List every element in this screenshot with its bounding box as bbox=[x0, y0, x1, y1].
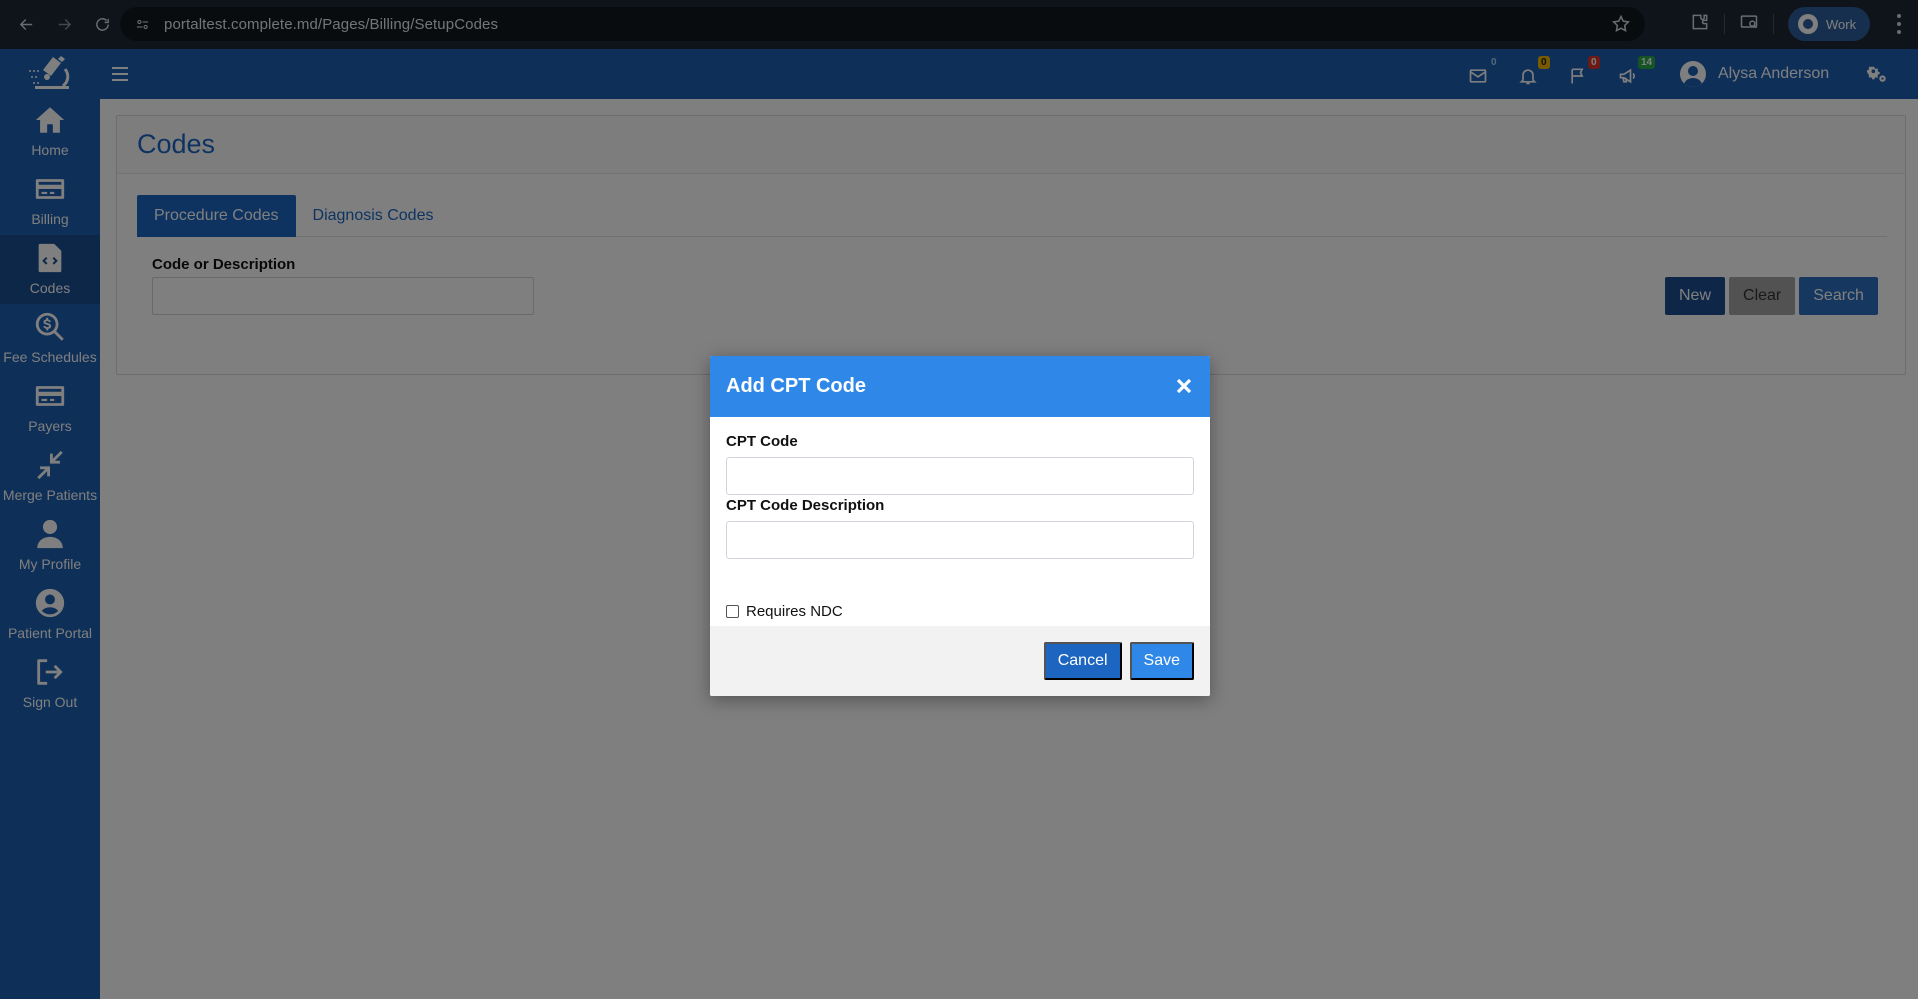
cpt-description-label: CPT Code Description bbox=[726, 497, 885, 514]
modal-header: Add CPT Code bbox=[710, 356, 1210, 417]
requires-ndc-checkbox[interactable] bbox=[726, 605, 739, 618]
modal-title: Add CPT Code bbox=[726, 375, 866, 397]
cancel-button[interactable]: Cancel bbox=[1043, 642, 1122, 680]
save-button[interactable]: Save bbox=[1129, 642, 1194, 680]
modal-footer: Cancel Save bbox=[710, 626, 1210, 696]
add-cpt-code-modal: Add CPT Code CPT Code CPT Code Descripti… bbox=[710, 356, 1210, 696]
requires-ndc-row: Requires NDC bbox=[726, 603, 843, 620]
cpt-code-input[interactable] bbox=[726, 457, 1194, 495]
cpt-description-input[interactable] bbox=[726, 521, 1194, 559]
cpt-code-label: CPT Code bbox=[726, 433, 798, 450]
requires-ndc-label[interactable]: Requires NDC bbox=[746, 603, 843, 620]
modal-actions: Cancel Save bbox=[1043, 642, 1194, 680]
close-icon[interactable] bbox=[1174, 376, 1194, 396]
modal-body: CPT Code CPT Code Description Requires N… bbox=[710, 417, 1210, 626]
